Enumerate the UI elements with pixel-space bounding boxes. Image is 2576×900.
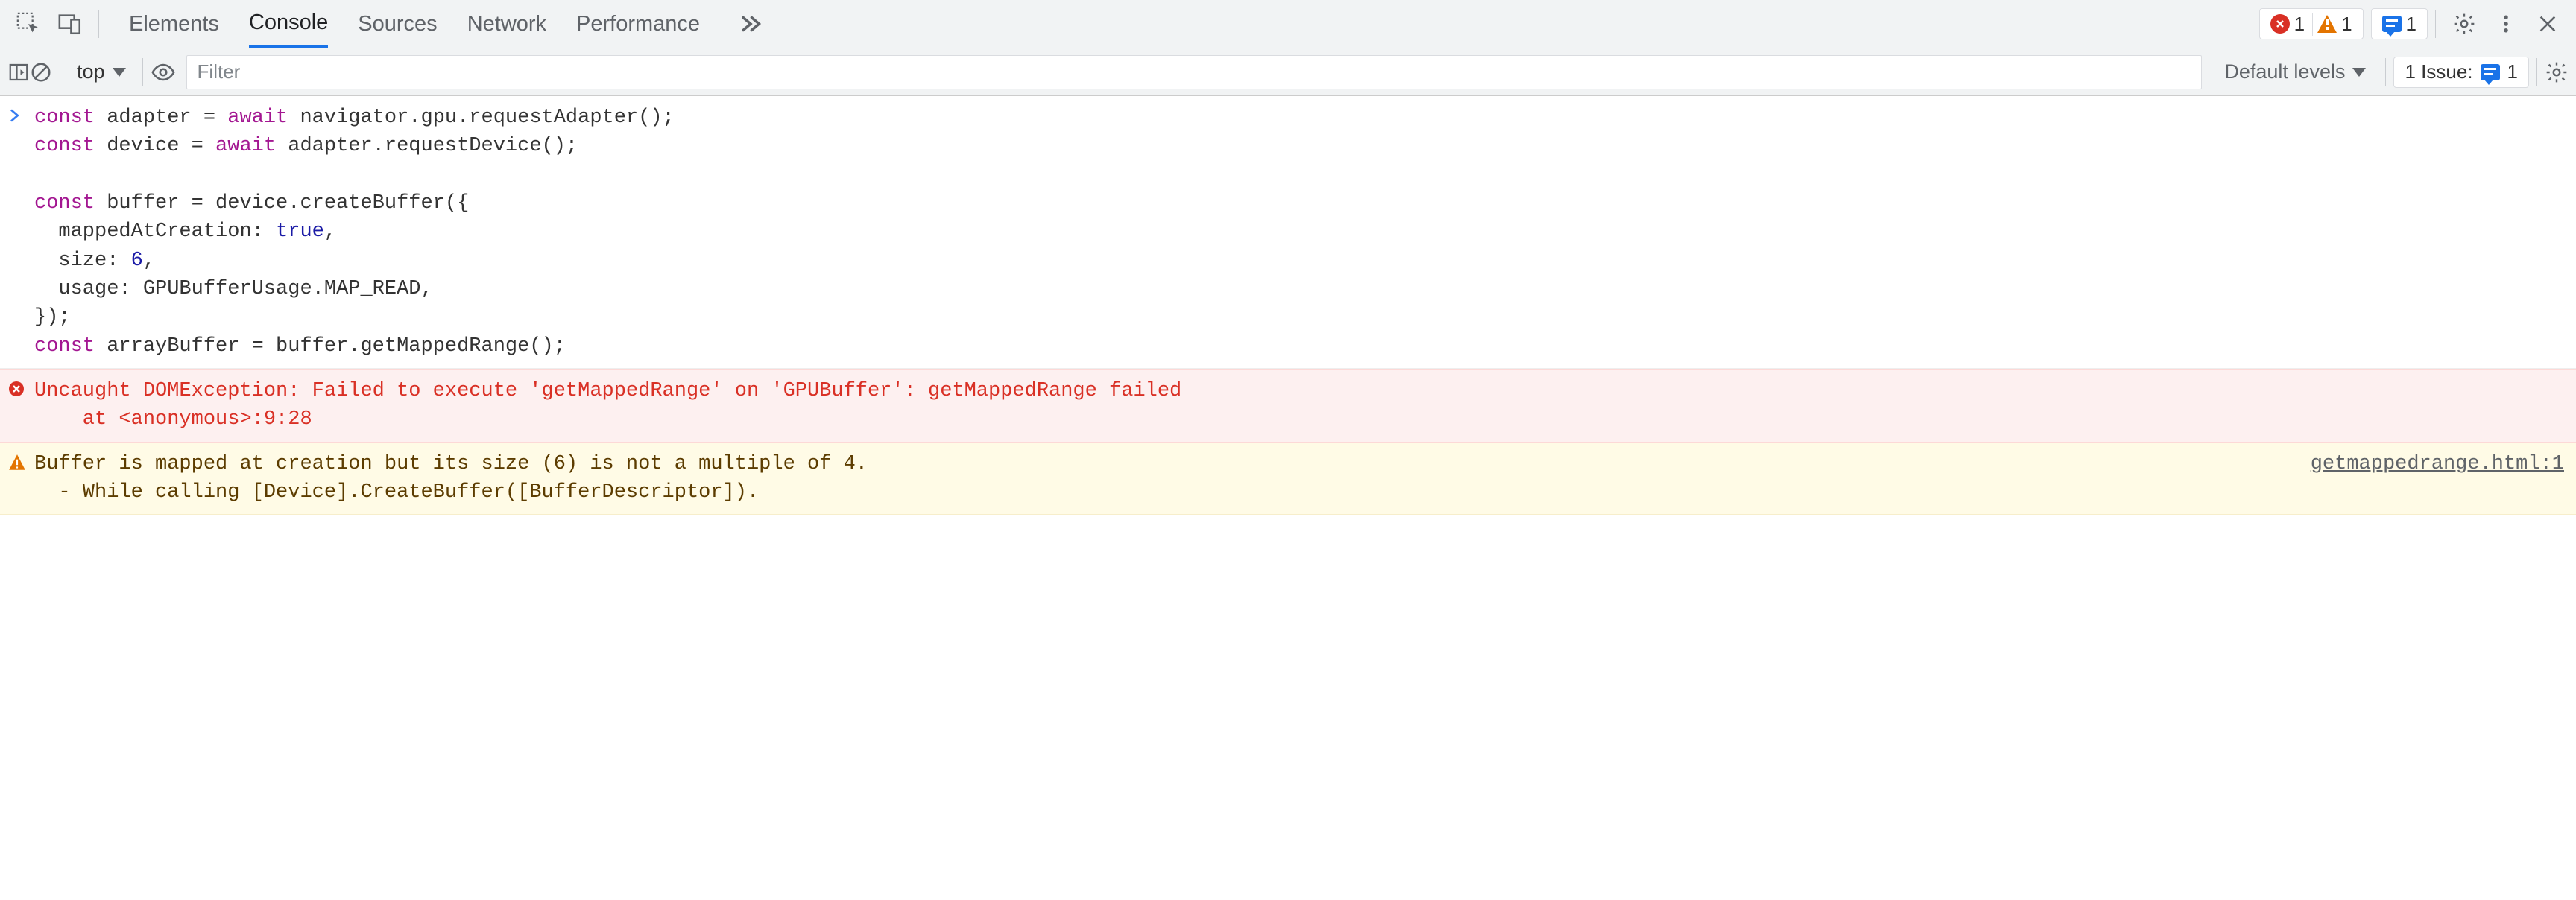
log-levels-selector[interactable]: Default levels [2212,60,2378,83]
warning-line1: Buffer is mapped at creation but its siz… [34,450,2281,478]
more-tabs-chevron-icon[interactable] [730,3,771,45]
tab-sources[interactable]: Sources [358,0,437,48]
filter-input[interactable] [186,55,2203,89]
console-toolbar: top Default levels 1 Issue: 1 [0,48,2576,96]
console-messages: const adapter = await navigator.gpu.requ… [0,96,2576,515]
separator [98,10,99,38]
info-count[interactable]: 1 [2378,13,2421,36]
tab-network[interactable]: Network [467,0,546,48]
inspect-element-icon[interactable] [7,3,49,45]
input-prompt-icon [7,104,34,361]
tab-elements[interactable]: Elements [129,0,219,48]
tab-performance[interactable]: Performance [576,0,700,48]
console-settings-gear-icon[interactable] [2545,60,2569,84]
live-expression-eye-icon[interactable] [151,60,176,85]
levels-label: Default levels [2224,60,2345,83]
error-count[interactable]: 1 [2266,13,2309,36]
toggle-sidebar-icon[interactable] [7,61,30,83]
panel-tabs: Elements Console Sources Network Perform… [107,0,794,48]
issues-chip[interactable]: 1 Issue: 1 [2393,57,2529,88]
console-input-entry[interactable]: const adapter = await navigator.gpu.requ… [0,96,2576,369]
kebab-menu-icon[interactable] [2485,3,2527,45]
separator [2385,58,2386,86]
warning-count[interactable]: 1 [2312,13,2356,36]
warning-icon [7,450,34,507]
error-text: Uncaught DOMException: Failed to execute… [34,377,2564,434]
clear-console-icon[interactable] [30,61,52,83]
chevron-down-icon [113,68,126,77]
warning-source-link[interactable]: getmappedrange.html:1 [2311,450,2564,478]
warning-count-value: 1 [2341,13,2352,36]
context-label: top [77,60,105,83]
issues-count: 1 [2507,60,2518,83]
info-icon [2481,64,2500,80]
devtools-main-toolbar: Elements Console Sources Network Perform… [0,0,2576,48]
error-count-value: 1 [2294,13,2305,36]
warning-icon [2317,15,2337,33]
device-toolbar-icon[interactable] [49,3,91,45]
separator [2536,58,2537,86]
info-count-value: 1 [2406,13,2416,36]
warning-line2: - While calling [Device].CreateBuffer([B… [34,478,2564,507]
separator [2435,10,2436,38]
error-icon [2270,14,2290,34]
separator [142,58,143,86]
console-error-entry[interactable]: Uncaught DOMException: Failed to execute… [0,369,2576,443]
console-warning-entry[interactable]: Buffer is mapped at creation but its siz… [0,443,2576,516]
tab-console[interactable]: Console [249,0,328,48]
chevron-down-icon [2352,68,2366,77]
input-code: const adapter = await navigator.gpu.requ… [34,104,2564,361]
info-icon [2382,16,2402,32]
issues-label: 1 Issue: [2405,60,2472,83]
settings-gear-icon[interactable] [2443,3,2485,45]
message-counts[interactable]: 1 1 [2259,8,2364,39]
info-count-chip[interactable]: 1 [2371,8,2428,39]
execution-context-selector[interactable]: top [68,60,135,83]
close-icon[interactable] [2527,3,2569,45]
error-icon [7,377,34,434]
